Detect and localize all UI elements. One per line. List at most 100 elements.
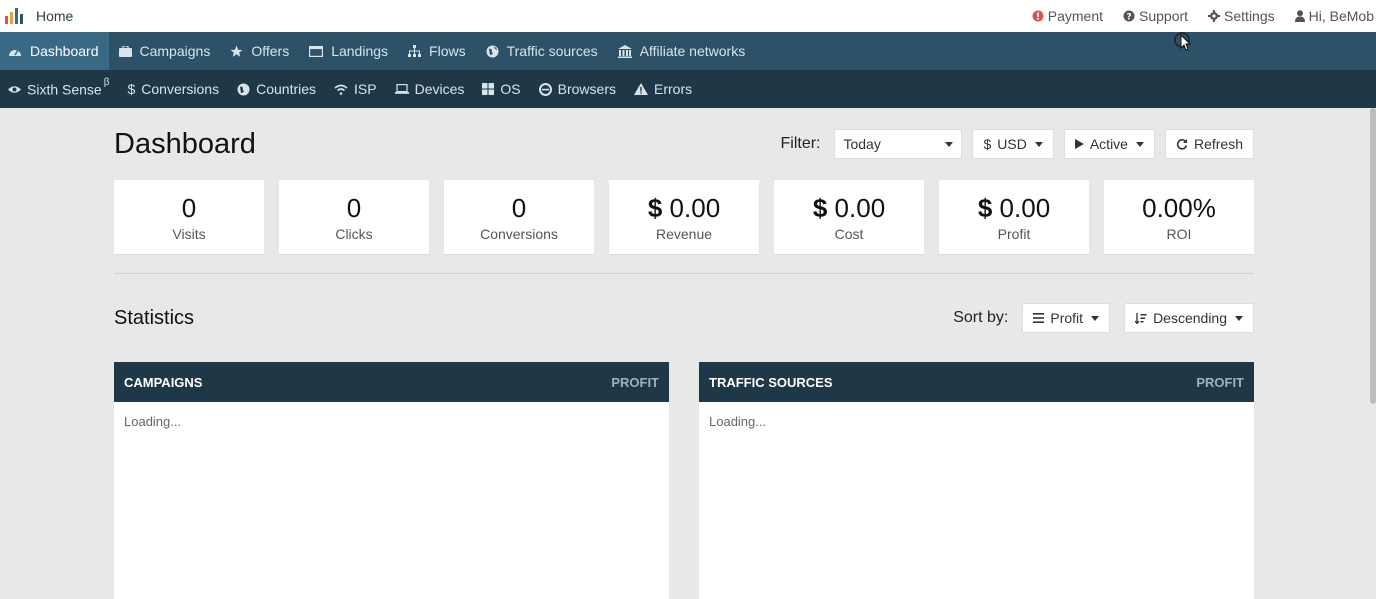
stat-card-roi: 0.00% ROI xyxy=(1104,180,1254,254)
nav-countries[interactable]: Countries xyxy=(229,70,326,108)
currency-prefix: $ xyxy=(812,192,828,223)
nav-dashboard[interactable]: Dashboard xyxy=(0,32,109,70)
user-menu[interactable]: Hi, BeMob xyxy=(1294,8,1374,24)
stat-card-profit: $ 0.00 Profit xyxy=(939,180,1089,254)
nav-errors-label: Errors xyxy=(654,81,693,97)
statistics-title: Statistics xyxy=(114,306,195,329)
nav-os[interactable]: OS xyxy=(474,70,530,108)
payment-label: Payment xyxy=(1047,8,1103,24)
primary-nav: Dashboard Campaigns Offers Landings Flow… xyxy=(0,32,1376,70)
nav-landings-label: Landings xyxy=(331,43,389,59)
stat-label: Cost xyxy=(834,225,864,242)
sort-order-value: Descending xyxy=(1153,310,1227,326)
stat-value: 0 xyxy=(181,192,197,223)
bank-icon xyxy=(617,44,632,58)
wifi-icon xyxy=(334,84,348,95)
support-link[interactable]: ? Support xyxy=(1123,8,1188,24)
date-filter-select[interactable]: Today xyxy=(834,129,963,159)
nav-isp-label: ISP xyxy=(354,81,377,97)
panel-header: CAMPAIGNS PROFIT xyxy=(114,362,669,402)
user-icon xyxy=(1294,10,1305,22)
payment-link[interactable]: Payment xyxy=(1032,8,1103,24)
panel-title: TRAFFIC SOURCES xyxy=(709,374,833,390)
stat-value: 0.00 xyxy=(834,192,886,223)
eye-icon xyxy=(8,85,21,94)
nav-campaigns[interactable]: Campaigns xyxy=(109,32,221,70)
filter-label: Filter: xyxy=(780,135,821,152)
question-icon: ? xyxy=(1123,10,1135,22)
sitemap-icon xyxy=(408,45,422,57)
refresh-label: Refresh xyxy=(1193,136,1243,152)
refresh-button[interactable]: Refresh xyxy=(1164,129,1254,159)
bemob-logo-icon[interactable] xyxy=(4,6,26,26)
panel-column-header[interactable]: PROFIT xyxy=(1196,375,1244,390)
nav-affiliate-networks[interactable]: Affiliate networks xyxy=(608,32,756,70)
sort-controls: Sort by: Profit Descending xyxy=(953,303,1254,333)
settings-link[interactable]: Settings xyxy=(1208,8,1275,24)
date-filter-value: Today xyxy=(843,136,881,152)
stat-value: 0.00% xyxy=(1142,192,1216,223)
stat-value-wrap: $ 0.00 xyxy=(648,193,720,223)
currency-prefix: $ xyxy=(647,192,663,223)
home-link[interactable]: Home xyxy=(36,8,73,24)
nav-dashboard-label: Dashboard xyxy=(30,43,99,59)
svg-text:?: ? xyxy=(1126,13,1131,23)
user-greeting: Hi, BeMob xyxy=(1308,8,1374,24)
campaigns-panel: CAMPAIGNS PROFIT Loading... xyxy=(114,362,669,599)
nav-offers-label: Offers xyxy=(251,43,290,59)
panel-column-header[interactable]: PROFIT xyxy=(611,375,659,390)
nav-browsers-label: Browsers xyxy=(557,81,616,97)
filter-bar: Filter: Today $ USD Active Refresh xyxy=(780,129,1254,159)
dashboard-content: Dashboard Filter: Today $ USD Active Ref… xyxy=(114,108,1254,599)
currency-value: USD xyxy=(997,136,1027,152)
stat-card-visits: 0 Visits xyxy=(114,180,264,254)
nav-traffic-sources[interactable]: Traffic sources xyxy=(476,32,608,70)
list-icon xyxy=(1033,313,1045,323)
laptop-icon xyxy=(394,84,409,94)
sort-order-select[interactable]: Descending xyxy=(1124,303,1254,333)
nav-flows[interactable]: Flows xyxy=(398,32,476,70)
nav-landings[interactable]: Landings xyxy=(299,32,398,70)
currency-select[interactable]: $ USD xyxy=(972,129,1054,159)
page-title: Dashboard xyxy=(114,127,256,160)
stat-label: ROI xyxy=(1166,225,1192,242)
stat-card-cost: $ 0.00 Cost xyxy=(774,180,924,254)
sort-field-select[interactable]: Profit xyxy=(1022,303,1111,333)
currency-prefix: $ xyxy=(977,192,993,223)
nav-browsers[interactable]: Browsers xyxy=(531,70,626,108)
mouse-cursor-icon xyxy=(1173,31,1193,58)
nav-os-label: OS xyxy=(500,81,521,97)
chevron-down-icon xyxy=(1034,141,1043,147)
chevron-down-icon xyxy=(945,141,954,147)
nav-countries-label: Countries xyxy=(256,81,317,97)
nav-offers[interactable]: Offers xyxy=(220,32,299,70)
nav-conversions[interactable]: $ Conversions xyxy=(119,70,229,108)
status-filter-select[interactable]: Active xyxy=(1063,129,1155,159)
nav-affiliate-networks-label: Affiliate networks xyxy=(639,43,746,59)
beta-badge: β xyxy=(103,76,110,88)
warning-icon xyxy=(634,83,648,95)
alert-icon xyxy=(1032,10,1044,22)
dollar-icon: $ xyxy=(983,136,992,152)
vertical-scrollbar[interactable] xyxy=(1370,108,1376,404)
panel-title: CAMPAIGNS xyxy=(124,374,203,390)
stat-value-wrap: $ 0.00 xyxy=(813,193,885,223)
nav-sixth-sense[interactable]: Sixth Sense β xyxy=(0,70,119,108)
nav-devices[interactable]: Devices xyxy=(387,70,475,108)
chevron-down-icon xyxy=(1091,315,1100,321)
nav-isp[interactable]: ISP xyxy=(326,70,387,108)
nav-campaigns-label: Campaigns xyxy=(139,43,211,59)
gear-icon xyxy=(1208,10,1221,22)
globe-icon xyxy=(237,83,250,96)
nav-sixth-sense-label: Sixth Sense β xyxy=(27,77,109,98)
statistics-header: Statistics Sort by: Profit Descending xyxy=(114,274,1254,362)
statistics-panels: CAMPAIGNS PROFIT Loading... TRAFFIC SOUR… xyxy=(114,362,1254,599)
nav-errors[interactable]: Errors xyxy=(626,70,702,108)
stat-label: Profit xyxy=(997,225,1031,242)
nav-traffic-sources-label: Traffic sources xyxy=(506,43,598,59)
dashboard-icon xyxy=(8,45,22,57)
top-bar: Home Payment ? Support Settings Hi, BeMo… xyxy=(0,0,1376,32)
stat-card-clicks: 0 Clicks xyxy=(279,180,429,254)
nav-conversions-label: Conversions xyxy=(141,81,220,97)
stat-value: 0 xyxy=(346,192,362,223)
